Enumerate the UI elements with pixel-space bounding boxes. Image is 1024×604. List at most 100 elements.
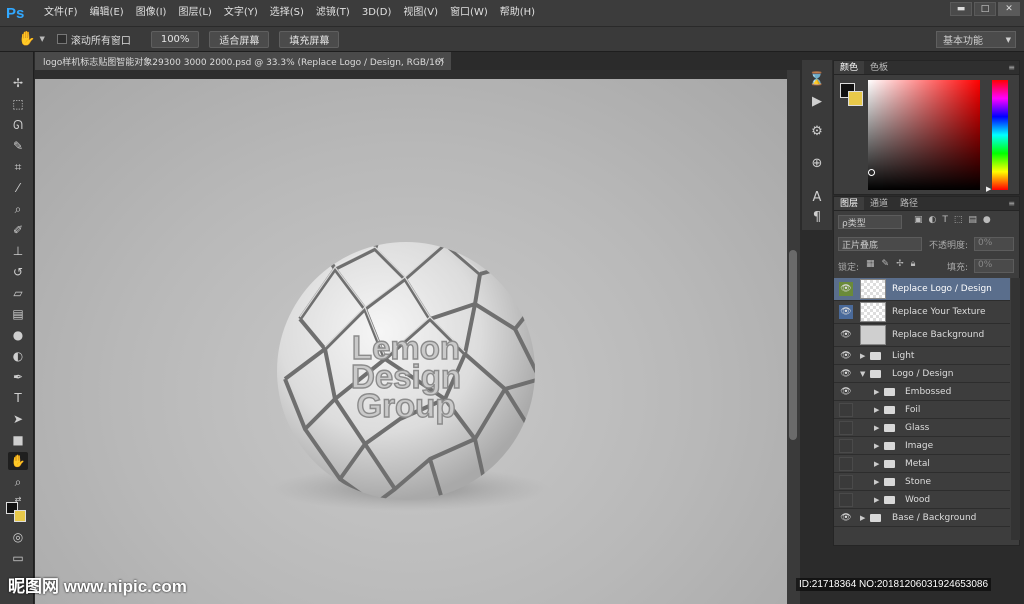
hue-slider-marker-icon[interactable]: ▶: [986, 185, 991, 193]
zoom-100-button[interactable]: 100%: [150, 30, 200, 48]
group-embossed[interactable]: 👁︎ ▶ Embossed: [834, 383, 1010, 401]
character-panel-icon[interactable]: A: [808, 188, 826, 206]
collapsed-arrow-icon[interactable]: ▶: [874, 388, 879, 396]
expanded-arrow-icon[interactable]: ▼: [860, 370, 865, 378]
menu-3d[interactable]: 3D(D): [356, 0, 398, 26]
hand-tool-active-icon[interactable]: ✋: [8, 452, 28, 470]
canvas-scroll-thumb[interactable]: [789, 250, 797, 440]
menu-file[interactable]: 文件(F): [38, 0, 84, 26]
close-icon[interactable]: ✕: [998, 2, 1020, 16]
gradient-tool-icon[interactable]: ▤: [8, 305, 28, 323]
close-tab-icon[interactable]: ×: [437, 56, 445, 66]
tab-channels[interactable]: 通道: [864, 197, 894, 210]
collapsed-arrow-icon[interactable]: ▶: [874, 460, 879, 468]
eye-hidden-icon[interactable]: [839, 474, 853, 489]
opacity-input[interactable]: 0%: [974, 237, 1014, 251]
layers-scrollbar[interactable]: [1011, 278, 1020, 540]
eye-icon[interactable]: 👁︎: [839, 348, 853, 363]
filter-smart-object-icon[interactable]: ▤: [968, 215, 977, 225]
quick-select-tool-icon[interactable]: ✎: [8, 137, 28, 155]
scroll-all-windows-option[interactable]: 滚动所有窗口: [56, 32, 131, 47]
scroll-all-checkbox[interactable]: [56, 34, 67, 44]
menu-view[interactable]: 视图(V): [397, 0, 444, 26]
workspace-select[interactable]: 基本功能 ▼: [936, 31, 1016, 48]
collapsed-arrow-icon[interactable]: ▶: [860, 514, 865, 522]
filter-shape-icon[interactable]: ⬚: [954, 215, 963, 225]
move-tool-icon[interactable]: ✢: [8, 74, 28, 92]
lock-transparency-icon[interactable]: ▦: [866, 259, 875, 269]
layer-replace-background[interactable]: 👁︎ Replace Background: [834, 324, 1010, 347]
fit-screen-button[interactable]: 适合屏幕: [209, 30, 270, 48]
menu-select[interactable]: 选择(S): [264, 0, 310, 26]
tab-swatches[interactable]: 色板: [864, 61, 894, 74]
layer-replace-logo[interactable]: 👁︎ Replace Logo / Design: [834, 278, 1010, 301]
group-base-background[interactable]: 👁︎ ▶ Base / Background: [834, 509, 1010, 527]
filter-adjustment-icon[interactable]: ◐: [929, 215, 937, 225]
group-wood[interactable]: ▶ Wood: [834, 491, 1010, 509]
history-brush-tool-icon[interactable]: ↺: [8, 263, 28, 281]
eye-hidden-icon[interactable]: [839, 492, 853, 507]
lasso-tool-icon[interactable]: ᘏ: [8, 116, 28, 134]
menu-edit[interactable]: 编辑(E): [84, 0, 130, 26]
fill-input[interactable]: 0%: [974, 259, 1014, 273]
eyedropper-tool-icon[interactable]: ⁄: [8, 179, 28, 197]
marquee-tool-icon[interactable]: ⬚: [8, 95, 28, 113]
eye-hidden-icon[interactable]: [839, 456, 853, 471]
fill-screen-button[interactable]: 填充屏幕: [279, 30, 340, 48]
lock-pixels-icon[interactable]: ✎: [882, 259, 890, 269]
menu-filter[interactable]: 滤镜(T): [310, 0, 356, 26]
color-picker-marker[interactable]: [868, 169, 875, 176]
lock-all-icon[interactable]: 🔒︎: [911, 259, 916, 269]
document-tab[interactable]: logo样机标志贴图智能对象29300 3000 2000.psd @ 33.3…: [35, 52, 451, 70]
color-saturation-field[interactable]: [868, 80, 980, 190]
tool-preset-dropdown-icon[interactable]: ▼: [39, 35, 44, 43]
pen-tool-icon[interactable]: ✒: [8, 368, 28, 386]
layer-replace-texture[interactable]: 👁︎ Replace Your Texture: [834, 301, 1010, 324]
eye-icon[interactable]: 👁︎: [839, 384, 853, 399]
eye-hidden-icon[interactable]: [839, 420, 853, 435]
menu-image[interactable]: 图像(I): [130, 0, 173, 26]
actions-panel-icon[interactable]: ▶: [808, 92, 826, 110]
document-canvas[interactable]: Lemon Design Group: [35, 79, 787, 604]
color-panel-menu-icon[interactable]: ≡: [1008, 63, 1015, 72]
maximize-icon[interactable]: □: [974, 2, 996, 16]
rectangle-tool-icon[interactable]: ■: [8, 431, 28, 449]
zoom-tool-icon[interactable]: ⌕: [8, 473, 28, 491]
screen-mode-icon[interactable]: ▭: [8, 549, 28, 567]
background-color-swatch[interactable]: [14, 510, 26, 522]
history-panel-icon[interactable]: ⌛: [808, 70, 826, 88]
group-foil[interactable]: ▶ Foil: [834, 401, 1010, 419]
menu-type[interactable]: 文字(Y): [218, 0, 264, 26]
properties-panel-icon[interactable]: ⚙: [808, 122, 826, 140]
eye-icon[interactable]: 👁︎: [839, 305, 853, 319]
menu-help[interactable]: 帮助(H): [494, 0, 541, 26]
filter-pixel-icon[interactable]: ▣: [914, 215, 923, 225]
group-light[interactable]: 👁︎ ▶ Light: [834, 347, 1010, 365]
collapsed-arrow-icon[interactable]: ▶: [874, 478, 879, 486]
eye-icon[interactable]: 👁︎: [839, 366, 853, 381]
collapsed-arrow-icon[interactable]: ▶: [860, 352, 865, 360]
hand-tool-icon[interactable]: ✋: [18, 31, 35, 47]
layers-panel-menu-icon[interactable]: ≡: [1008, 199, 1015, 208]
filter-type-icon[interactable]: T: [942, 215, 948, 225]
collapsed-arrow-icon[interactable]: ▶: [874, 442, 879, 450]
eye-icon[interactable]: 👁︎: [839, 510, 853, 525]
clone-stamp-tool-icon[interactable]: ⊥: [8, 242, 28, 260]
crop-tool-icon[interactable]: ⌗: [8, 158, 28, 176]
layer-filter-select[interactable]: ρ类型: [838, 215, 902, 229]
brush-tool-icon[interactable]: ✐: [8, 221, 28, 239]
menu-layer[interactable]: 图层(L): [172, 0, 217, 26]
lock-position-icon[interactable]: ✢: [896, 259, 904, 269]
path-selection-tool-icon[interactable]: ➤: [8, 410, 28, 428]
paragraph-panel-icon[interactable]: ¶: [808, 208, 826, 226]
group-image[interactable]: ▶ Image: [834, 437, 1010, 455]
collapsed-arrow-icon[interactable]: ▶: [874, 424, 879, 432]
eye-hidden-icon[interactable]: [839, 438, 853, 453]
color-panel-background-swatch[interactable]: [848, 91, 863, 106]
group-logo-design[interactable]: 👁︎ ▼ Logo / Design: [834, 365, 1010, 383]
group-stone[interactable]: ▶ Stone: [834, 473, 1010, 491]
quick-mask-icon[interactable]: ◎: [8, 528, 28, 546]
tab-paths[interactable]: 路径: [894, 197, 924, 210]
dodge-tool-icon[interactable]: ◐: [8, 347, 28, 365]
collapsed-arrow-icon[interactable]: ▶: [874, 496, 879, 504]
